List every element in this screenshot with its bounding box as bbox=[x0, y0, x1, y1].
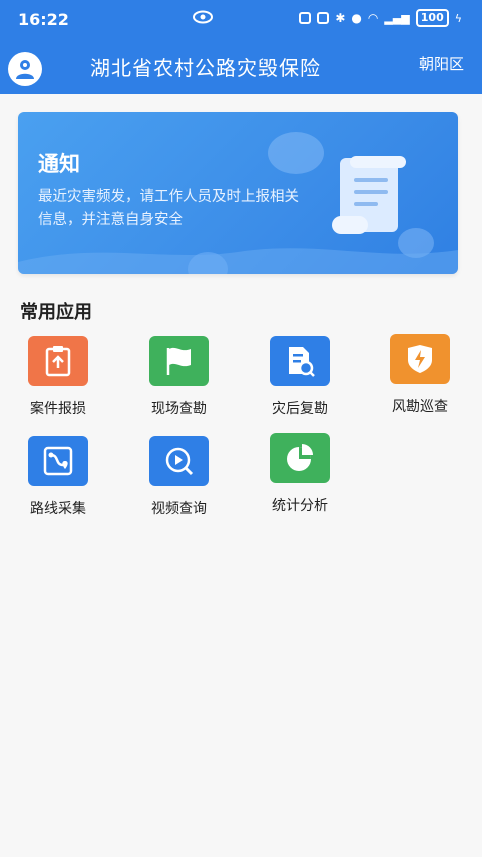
notice-banner[interactable]: 通知 最近灾害频发，请工作人员及时上报相关信息，并注意自身安全 bbox=[18, 112, 458, 274]
app-label: 统计分析 bbox=[272, 498, 328, 514]
charging-icon: ϟ bbox=[454, 11, 462, 25]
video-search-icon bbox=[165, 447, 194, 476]
app-route-collection[interactable]: 路线采集 bbox=[6, 436, 110, 524]
app-icon-bg bbox=[390, 334, 450, 384]
app-icon-bg bbox=[28, 336, 88, 386]
status-icons: ✱ ● ◠ ▂▄▆ 100 ϟ bbox=[299, 9, 462, 27]
status-bar: 16:22 ✱ ● ◠ ▂▄▆ 100 ϟ bbox=[0, 0, 482, 38]
app-icon-bg bbox=[270, 433, 330, 483]
region-selector[interactable]: 朝阳区 bbox=[419, 53, 464, 74]
wifi-icon: ◠ bbox=[367, 11, 379, 25]
document-search-icon bbox=[289, 347, 315, 377]
app-label: 风勘巡查 bbox=[392, 399, 448, 415]
app-statistics[interactable]: 统计分析 bbox=[248, 433, 352, 521]
page-title: 湖北省农村公路灾毁保险 bbox=[90, 56, 321, 80]
app-icon-bg bbox=[149, 436, 209, 486]
battery-indicator: 100 bbox=[415, 9, 449, 27]
avatar[interactable] bbox=[8, 52, 42, 86]
app-label: 现场查勘 bbox=[151, 401, 207, 417]
app-video-query[interactable]: 视频查询 bbox=[127, 436, 231, 524]
top-bar: 16:22 ✱ ● ◠ ▂▄▆ 100 ϟ 湖北省农村公路灾毁保险 朝阳区 bbox=[0, 0, 482, 94]
status-time: 16:22 bbox=[18, 10, 69, 29]
app-label: 灾后复勘 bbox=[272, 401, 328, 417]
app-label: 案件报损 bbox=[30, 401, 86, 417]
app-label: 路线采集 bbox=[30, 501, 86, 517]
vibrate-icon bbox=[317, 12, 330, 24]
section-title: 常用应用 bbox=[20, 302, 92, 323]
nfc-icon bbox=[299, 12, 312, 24]
lightning-shield-icon bbox=[408, 345, 432, 373]
user-icon bbox=[16, 60, 34, 79]
bluetooth-icon: ✱ bbox=[335, 11, 346, 25]
app-wind-patrol[interactable]: 风勘巡查 bbox=[368, 334, 472, 422]
app-case-report[interactable]: 案件报损 bbox=[6, 336, 110, 424]
app-icon-bg bbox=[149, 336, 209, 386]
app-header: 湖北省农村公路灾毁保险 朝阳区 bbox=[0, 38, 482, 94]
signal-icon: ▂▄▆ bbox=[384, 11, 410, 25]
notice-title: 通知 bbox=[38, 152, 80, 176]
location-icon: ● bbox=[351, 11, 362, 25]
app-label: 视频查询 bbox=[151, 501, 207, 517]
route-pin-icon bbox=[43, 446, 73, 476]
app-icon-bg bbox=[270, 336, 330, 386]
app-post-disaster-review[interactable]: 灾后复勘 bbox=[248, 336, 352, 424]
app-icon-bg bbox=[28, 436, 88, 486]
flag-icon bbox=[166, 347, 191, 375]
clipboard-upload-icon bbox=[45, 346, 71, 377]
app-site-survey[interactable]: 现场查勘 bbox=[127, 336, 231, 424]
scroll-document-icon bbox=[332, 156, 406, 234]
eye-icon bbox=[193, 10, 213, 24]
pie-chart-icon bbox=[287, 444, 313, 471]
notice-text: 最近灾害频发，请工作人员及时上报相关信息，并注意自身安全 bbox=[38, 189, 299, 228]
